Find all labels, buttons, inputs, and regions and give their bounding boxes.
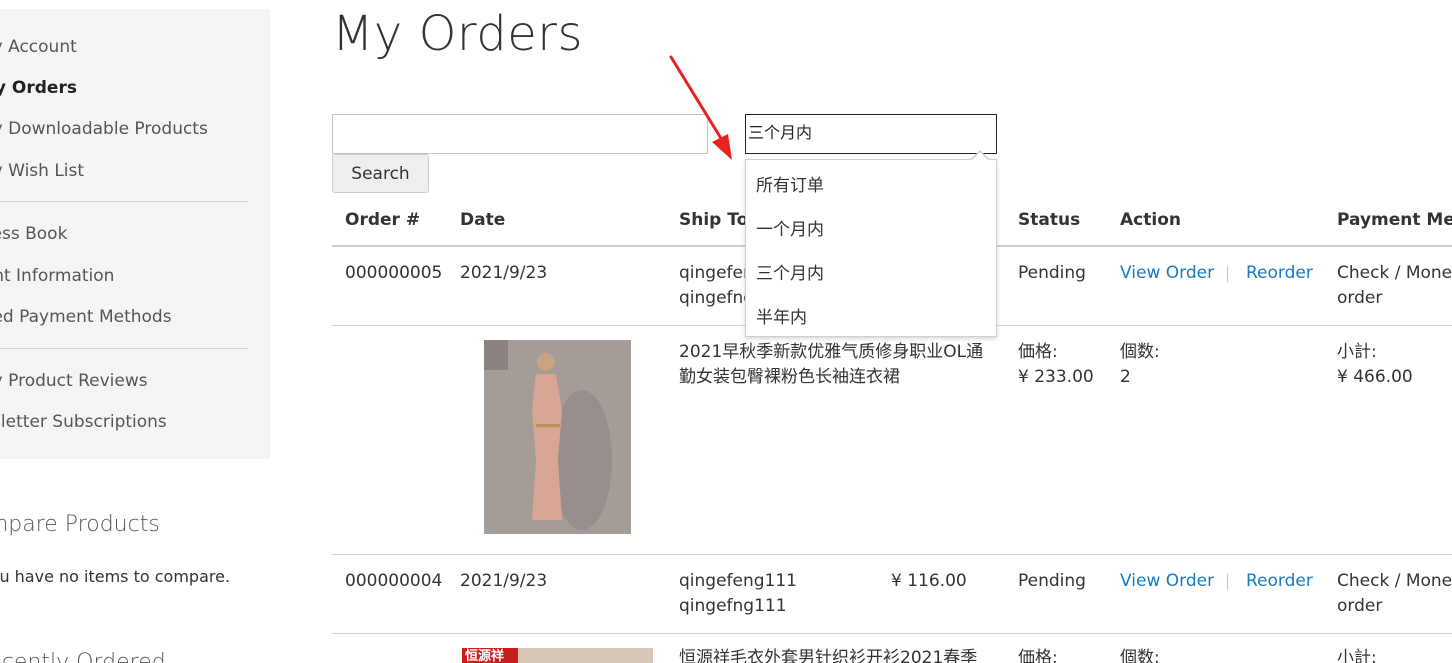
action-separator [1227, 266, 1228, 282]
sidebar-item-newsletter-subscriptions[interactable]: Newsletter Subscriptions [0, 412, 167, 432]
item-price: ¥ 233.00 [1018, 367, 1094, 387]
order-date: 2021/9/23 [460, 263, 548, 283]
search-button[interactable]: Search [332, 154, 429, 193]
payment-method-line2: order [1337, 288, 1383, 308]
sidebar-item-downloadable-products[interactable]: My Downloadable Products [0, 119, 208, 139]
column-header-status: Status [1018, 210, 1081, 230]
order-date: 2021/9/23 [460, 571, 548, 591]
column-header-action: Action [1120, 210, 1181, 230]
item-subtotal-label: 小計: [1337, 342, 1377, 362]
product-brand-badge: 恒源祥 [462, 648, 518, 663]
item-price-label: 価格: [1018, 648, 1058, 663]
column-header-date: Date [460, 210, 506, 230]
sidebar-item-address-book[interactable]: Address Book [0, 224, 67, 244]
order-ship-to-line2: qingefng111 [679, 596, 787, 616]
column-header-ship-to: Ship To [679, 210, 749, 230]
reorder-link[interactable]: Reorder [1246, 261, 1313, 286]
view-order-link[interactable]: View Order [1120, 261, 1214, 286]
column-header-order-number: Order # [345, 210, 421, 230]
reorder-link[interactable]: Reorder [1246, 569, 1313, 594]
sidebar-item-wish-list[interactable]: My Wish List [0, 161, 84, 181]
order-ship-to-line2: qingefng [679, 288, 755, 308]
item-qty-label: 個数: [1120, 342, 1160, 362]
action-separator [1227, 574, 1228, 590]
dropdown-caret-inner [971, 152, 989, 161]
dropdown-option-all[interactable]: 所有订单 [756, 171, 824, 196]
sidebar-item-stored-payment-methods[interactable]: Stored Payment Methods [0, 307, 172, 327]
item-subtotal-label: 小計: [1337, 648, 1377, 663]
compare-products-title: Compare Products [0, 512, 160, 537]
order-period-dropdown: 所有订单 一个月内 三个月内 半年内 [745, 159, 997, 337]
product-name-line2[interactable]: 勤女装包臀裸粉色长袖连衣裙 [679, 365, 900, 390]
order-period-select[interactable]: 三个月内 [745, 114, 997, 154]
product-name-line1[interactable]: 2021早秋季新款优雅气质修身职业OL通 [679, 340, 983, 365]
sidebar-item-product-reviews[interactable]: My Product Reviews [0, 371, 148, 391]
product-photo-dress-icon [484, 340, 631, 534]
product-image[interactable] [484, 340, 631, 534]
order-ship-to-line1: qingefer [679, 263, 750, 283]
recently-ordered-title: Recently Ordered [0, 650, 166, 663]
order-number: 000000004 [345, 571, 443, 591]
view-order-link[interactable]: View Order [1120, 569, 1214, 594]
sidebar-item-my-orders: My Orders [0, 78, 77, 98]
order-number: 000000005 [345, 263, 443, 283]
column-header-payment-method: Payment Met [1337, 210, 1452, 230]
sidebar-divider [0, 201, 248, 202]
order-status: Pending [1018, 263, 1086, 283]
compare-empty-text: You have no items to compare. [0, 567, 231, 586]
dropdown-option-three-months[interactable]: 三个月内 [756, 259, 824, 284]
row-divider [332, 633, 1452, 634]
item-subtotal: ¥ 466.00 [1337, 367, 1413, 387]
product-name-line1[interactable]: 恒源祥毛衣外套男针织衫开衫2021春季 [679, 646, 977, 663]
order-total: ¥ 116.00 [891, 571, 967, 591]
sidebar-item-my-account[interactable]: My Account [0, 37, 77, 57]
page-title: My Orders [332, 6, 583, 62]
item-price-label: 価格: [1018, 342, 1058, 362]
sidebar-item-account-information[interactable]: Account Information [0, 266, 114, 286]
payment-method-line2: order [1337, 596, 1383, 616]
page: My Account My Orders My Downloadable Pro… [0, 0, 1452, 663]
sidebar-divider [0, 348, 248, 349]
product-image[interactable]: 恒源祥 [462, 648, 653, 663]
payment-method-line1: Check / Money [1337, 263, 1452, 283]
item-qty-label: 個数: [1120, 648, 1160, 663]
dropdown-option-half-year[interactable]: 半年内 [756, 303, 807, 328]
account-sidebar: My Account My Orders My Downloadable Pro… [0, 9, 270, 459]
row-divider [332, 554, 1452, 555]
order-status: Pending [1018, 571, 1086, 591]
item-qty: 2 [1120, 367, 1131, 387]
dropdown-option-one-month[interactable]: 一个月内 [756, 215, 824, 240]
order-ship-to-line1: qingefeng111 [679, 571, 797, 591]
search-input[interactable] [332, 114, 708, 154]
payment-method-line1: Check / Money [1337, 571, 1452, 591]
